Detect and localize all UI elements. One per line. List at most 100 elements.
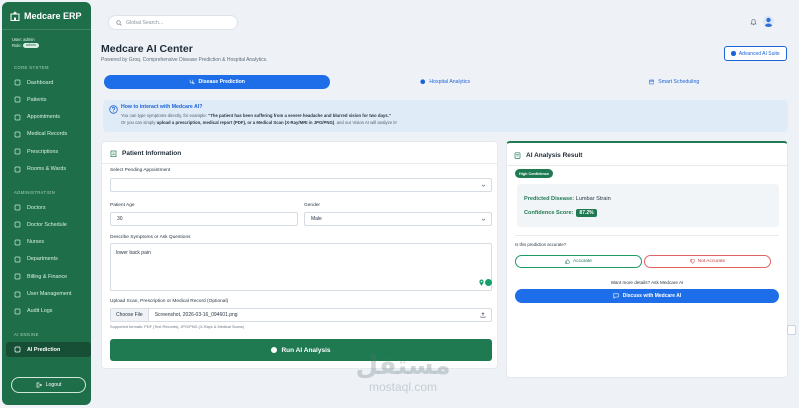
section-ai: AI ENGINE [14, 332, 39, 337]
doctor-icon [14, 204, 21, 211]
app-root: Medcare ERP User: admin Role: admin CORE… [0, 0, 799, 408]
stethoscope-icon [189, 79, 195, 85]
confidence-value: 87.2% [576, 209, 597, 217]
sidebar-item-label: Nurses [27, 239, 45, 246]
role-line: Role: admin [12, 43, 39, 49]
tab-label: Hospital Analytics [429, 79, 471, 85]
info-upload-types: upload a prescription, medical report (P… [156, 120, 335, 125]
upload-icon [480, 312, 486, 318]
nurse-icon [14, 239, 21, 245]
analytics-icon [420, 79, 426, 85]
pending-appointment-label: Select Pending Appointment [110, 168, 171, 173]
ai-analysis-result-card: AI Analysis Result High Confidence Predi… [506, 141, 788, 378]
sidebar-item-doctors[interactable]: Doctors [10, 200, 88, 215]
report-icon [514, 152, 521, 159]
more-details-text: Want more details? Ask Medcare AI [610, 280, 684, 285]
sidebar-item-departments[interactable]: Departments [10, 252, 88, 267]
sidebar-item-doctor-schedule[interactable]: Doctor Schedule [10, 217, 88, 232]
pending-appointment-select[interactable] [110, 178, 492, 192]
confidence-badge: High Confidence [515, 169, 554, 178]
symptoms-textarea[interactable]: lower back pain [110, 243, 492, 291]
avatar[interactable] [763, 16, 774, 27]
patient-age-input[interactable]: 30 [110, 212, 298, 226]
sidebar-item-user-management[interactable]: User Management [10, 287, 88, 302]
sidebar-item-dashboard[interactable]: Dashboard [10, 75, 88, 90]
sidebar-item-audit-logs[interactable]: Audit Logs [10, 304, 88, 319]
brand-divider [2, 29, 91, 30]
watermark: مستقل mostaql.com [348, 352, 458, 402]
not-accurate-label: Not Accurate [697, 259, 726, 264]
chevron-down-icon [481, 218, 486, 221]
page-title: Medcare AI Center [101, 43, 193, 55]
sidebar-item-appointments[interactable]: Appointments [10, 110, 88, 125]
sidebar-item-prescriptions[interactable]: Prescriptions [10, 144, 88, 159]
search-input[interactable] [126, 19, 226, 26]
list-icon [14, 308, 21, 315]
sidebar: Medcare ERP User: admin Role: admin CORE… [2, 2, 91, 405]
patient-card-header: Patient Information [110, 150, 181, 157]
search-icon [116, 19, 122, 26]
tab-smart-scheduling[interactable]: Smart Scheduling [560, 75, 788, 89]
thumbs-up-icon [565, 259, 571, 264]
patient-age-value: 30 [117, 216, 123, 222]
billing-icon [14, 273, 21, 280]
thumbs-down-icon [690, 259, 695, 264]
topbar [96, 6, 796, 38]
suite-label: Advanced AI Suite [738, 50, 780, 57]
sidebar-item-label: Patients [27, 96, 47, 103]
brand-name: Medcare ERP [24, 11, 82, 21]
logout-button[interactable]: Logout [11, 377, 86, 393]
dashboard-icon [14, 79, 21, 86]
symptoms-label: Describe Symptoms or Ask Questions [110, 235, 191, 240]
accuracy-question: Is this prediction accurate? [515, 242, 567, 247]
ai-icon [14, 346, 21, 353]
choose-file-button[interactable]: Choose File [111, 309, 149, 321]
bell-icon[interactable] [750, 18, 757, 26]
divider [507, 165, 787, 166]
sidebar-item-medical-records[interactable]: Medical Records [10, 127, 88, 142]
info-line-2-end: , and our Vision AI will analyze it! [334, 120, 397, 125]
help-icon [109, 105, 118, 114]
global-search[interactable] [108, 15, 238, 30]
records-icon [14, 131, 21, 138]
calendar-icon [14, 114, 21, 120]
gender-value: Male [311, 216, 322, 222]
sidebar-item-label: Appointments [27, 114, 60, 121]
grammar-assistant-icon[interactable] [485, 279, 492, 286]
suite-icon [731, 51, 736, 56]
tab-disease-prediction[interactable]: Disease Prediction [104, 75, 330, 89]
department-icon [14, 256, 21, 263]
info-line-1-text: You can type symptoms directly, for exam… [121, 113, 209, 118]
tab-hospital-analytics[interactable]: Hospital Analytics [332, 75, 558, 89]
role-label: Role: [12, 42, 22, 48]
section-core: CORE SYSTEM [14, 65, 49, 70]
discuss-with-ai-button[interactable]: Discuss with Medcare AI [515, 289, 779, 303]
file-upload-input[interactable]: Choose File Screenshot, 2026-03-16_09460… [110, 308, 492, 322]
clipboard-icon [110, 150, 117, 157]
logout-icon [36, 382, 42, 388]
not-accurate-button[interactable]: Not Accurate [644, 255, 771, 268]
upload-label: Upload Scan, Prescription or Medical Rec… [110, 299, 229, 304]
sidebar-item-label: Prescriptions [27, 148, 59, 155]
sidebar-item-label: Audit Logs [27, 308, 53, 315]
user-info: User: admin Role: admin [12, 37, 39, 48]
sidebar-item-rooms-wards[interactable]: Rooms & Wards [10, 162, 88, 177]
accurate-button[interactable]: Accurate [515, 255, 642, 268]
gender-select[interactable]: Male [304, 212, 492, 226]
result-card-header: AI Analysis Result [514, 152, 582, 159]
advanced-ai-suite-button[interactable]: Advanced AI Suite [724, 46, 787, 61]
sidebar-item-billing-finance[interactable]: Billing & Finance [10, 269, 88, 284]
sidebar-item-ai-prediction[interactable]: AI Prediction [6, 342, 91, 357]
predicted-disease: Predicted Disease: Lumbar Strain [524, 196, 611, 202]
sidebar-item-label: User Management [27, 291, 72, 297]
info-example: "The patient has been suffering from a s… [208, 113, 391, 118]
sidebar-item-label: Departments [27, 256, 58, 263]
user-avatar-icon [764, 17, 773, 27]
side-panel-toggle[interactable] [787, 325, 796, 335]
sidebar-item-label: AI Prediction [27, 346, 61, 353]
predicted-disease-label: Predicted Disease: [524, 196, 575, 202]
sidebar-item-nurses[interactable]: Nurses [10, 235, 88, 250]
brand[interactable]: Medcare ERP [10, 11, 82, 21]
sidebar-item-patients[interactable]: Patients [10, 92, 88, 107]
prediction-box: Predicted Disease: Lumbar Strain Confide… [517, 184, 779, 227]
